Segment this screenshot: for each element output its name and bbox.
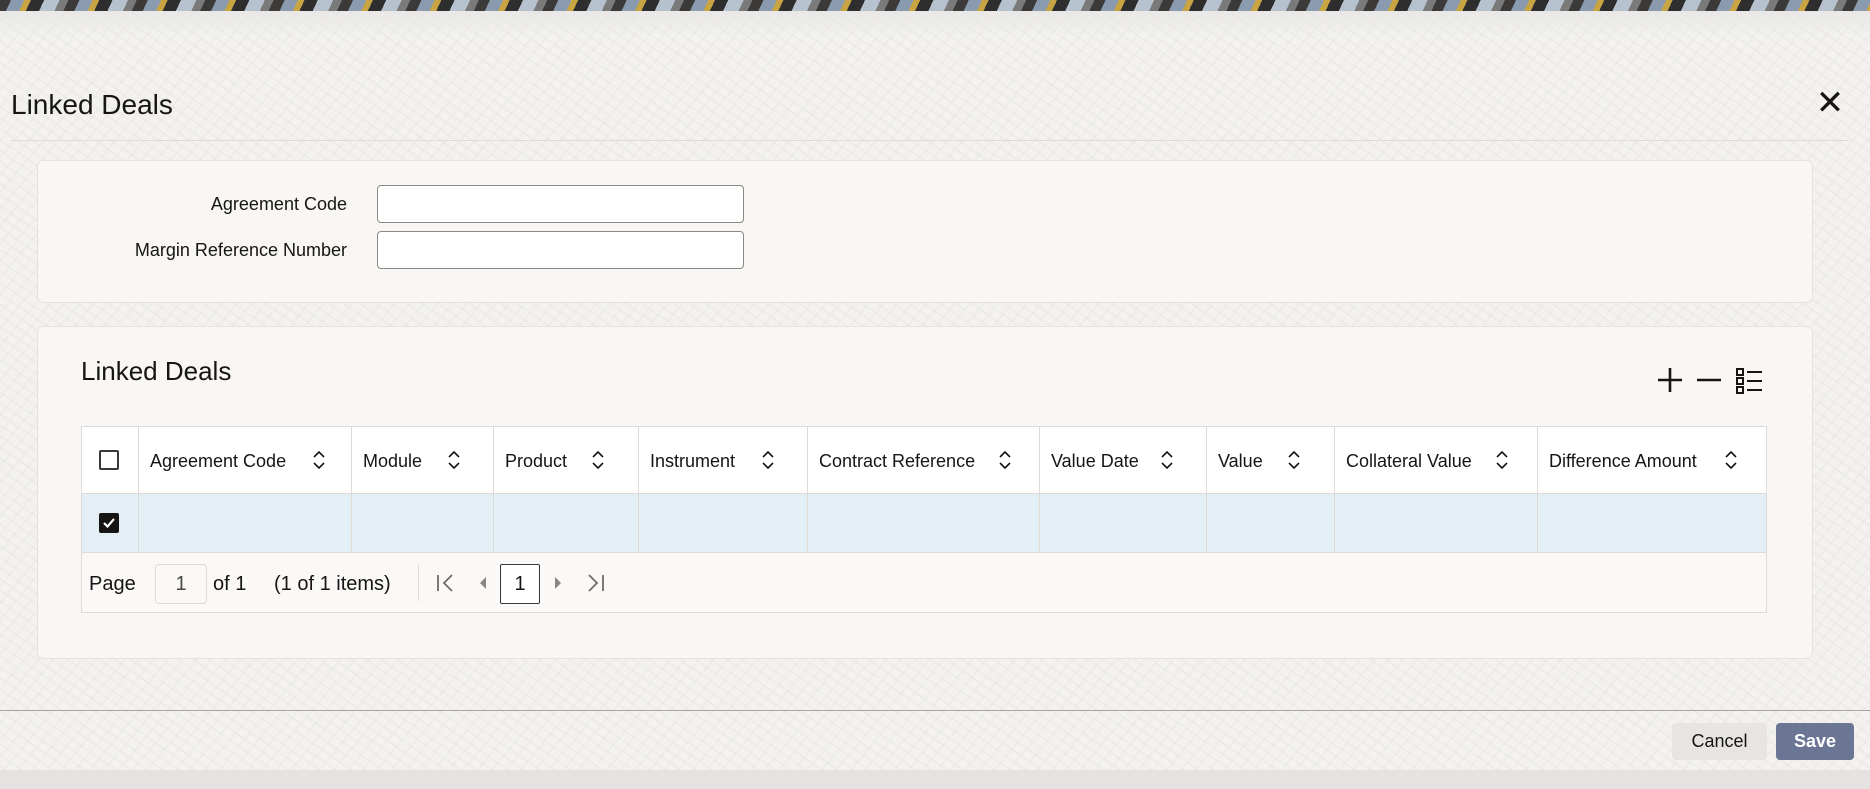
column-header-value-date[interactable]: Value Date [1040,427,1207,493]
next-page-icon[interactable] [546,570,570,596]
column-header-instrument[interactable]: Instrument [639,427,808,493]
table-header: Agreement Code Module Product Instrument… [82,427,1766,494]
table-cell[interactable] [1207,494,1335,552]
sort-icon[interactable] [1495,449,1509,471]
search-panel [37,160,1813,303]
header-banner-fade [0,11,1870,37]
row-checkbox[interactable] [99,513,119,533]
current-page-button[interactable]: 1 [500,564,540,604]
column-list-icon[interactable] [1734,365,1764,395]
column-header-label: Value [1218,451,1263,471]
table-cell[interactable] [352,494,494,552]
table-cell[interactable] [1335,494,1538,552]
select-column-header [82,427,139,493]
sort-icon[interactable] [447,449,461,471]
column-header-agreement-code[interactable]: Agreement Code [139,427,352,493]
bottom-strip [0,770,1870,789]
table-cell[interactable] [808,494,1040,552]
table-cell[interactable] [139,494,352,552]
column-header-label: Instrument [650,451,736,471]
sort-icon[interactable] [1160,449,1174,471]
remove-icon[interactable] [1694,365,1724,395]
column-header-label: Value Date [1051,451,1139,471]
sort-icon[interactable] [591,449,605,471]
column-header-difference-amount[interactable]: Difference Amount [1538,427,1768,493]
items-count-text: (1 of 1 items) [274,573,391,595]
pager-divider [418,565,419,601]
column-header-label: Contract Reference [819,451,976,471]
agreement-code-label: Agreement Code [210,194,347,214]
sort-icon[interactable] [1287,449,1301,471]
column-header-label: Product [505,451,568,471]
footer-divider [0,710,1870,711]
select-all-checkbox[interactable] [99,450,119,470]
first-page-icon[interactable] [433,570,457,596]
title-divider [11,140,1848,141]
pagination-bar: Page of 1 (1 of 1 items) 1 [82,553,1766,613]
sort-icon[interactable] [998,449,1012,471]
linked-deals-table: Agreement Code Module Product Instrument… [81,426,1767,613]
last-page-icon[interactable] [584,570,608,596]
column-header-module[interactable]: Module [352,427,494,493]
column-header-label: Agreement Code [150,451,287,471]
margin-reference-label: Margin Reference Number [134,240,347,260]
header-banner [0,0,1870,11]
agreement-code-input[interactable] [377,185,744,223]
cancel-button[interactable]: Cancel [1672,723,1767,760]
table-cell[interactable] [1040,494,1207,552]
sort-icon[interactable] [761,449,775,471]
close-icon[interactable]: ✕ [1812,86,1848,122]
table-row[interactable] [82,494,1766,553]
table-cell[interactable] [494,494,639,552]
table-cell[interactable] [1538,494,1768,552]
select-cell [82,494,139,552]
add-icon[interactable] [1655,365,1685,395]
column-header-label: Difference Amount [1549,451,1697,471]
column-header-product[interactable]: Product [494,427,639,493]
save-button[interactable]: Save [1776,723,1854,760]
page-number-input[interactable] [155,564,207,604]
column-header-label: Module [363,451,423,471]
sort-icon[interactable] [1724,449,1738,471]
margin-reference-input[interactable] [377,231,744,269]
column-header-collateral-value[interactable]: Collateral Value [1335,427,1538,493]
column-header-value[interactable]: Value [1207,427,1335,493]
dialog-title: Linked Deals [11,89,173,120]
table-cell[interactable] [639,494,808,552]
previous-page-icon[interactable] [471,570,495,596]
column-header-contract-reference[interactable]: Contract Reference [808,427,1040,493]
grid-title: Linked Deals [81,356,232,386]
column-header-label: Collateral Value [1346,451,1472,471]
page-count-text: of 1 [213,573,247,595]
page-label: Page [89,573,136,595]
sort-icon[interactable] [312,449,326,471]
